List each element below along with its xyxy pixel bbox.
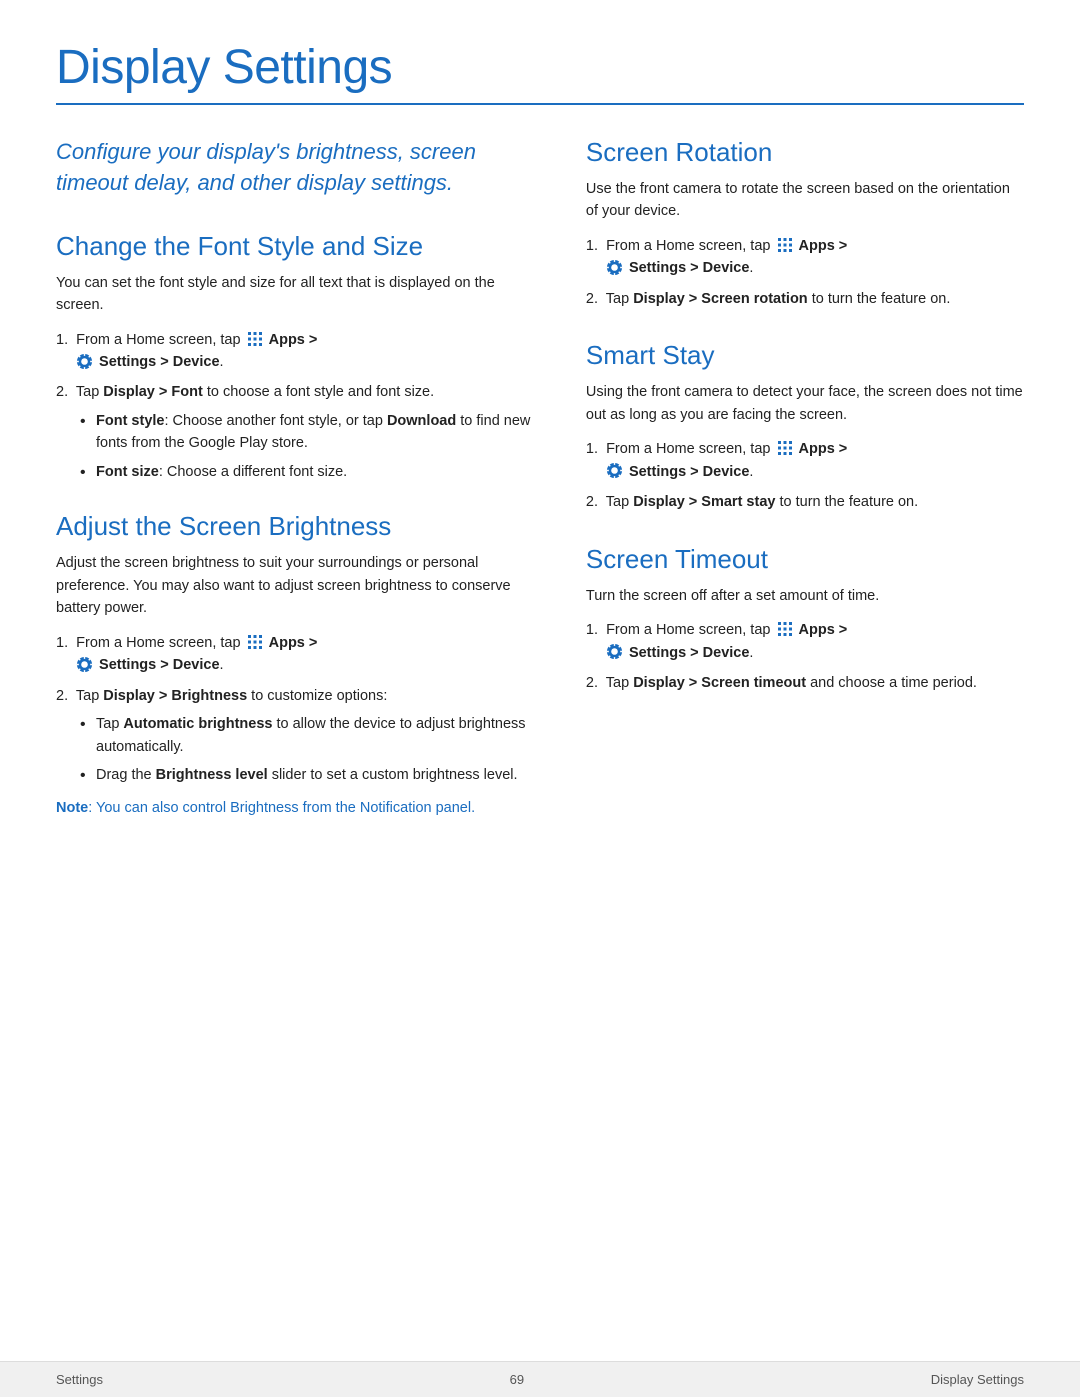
section-screen-timeout: Screen Timeout Turn the screen off after… xyxy=(586,544,1024,695)
footer-center: 69 xyxy=(510,1372,524,1387)
apps-icon xyxy=(247,331,263,347)
step-item: 1. From a Home screen, tap Apps > xyxy=(586,438,1024,483)
section-title-screen-rotation: Screen Rotation xyxy=(586,137,1024,168)
page-container: Display Settings Configure your display'… xyxy=(0,0,1080,907)
settings-icon xyxy=(76,656,93,673)
section-body-smart-stay: Using the front camera to detect your fa… xyxy=(586,381,1024,426)
page-title: Display Settings xyxy=(56,40,1024,95)
step-item: 2. Tap Display > Screen timeout and choo… xyxy=(586,672,1024,694)
left-column: Configure your display's brightness, scr… xyxy=(56,137,538,847)
bullet-item: Tap Automatic brightness to allow the de… xyxy=(80,713,538,758)
brightness-bullets: Tap Automatic brightness to allow the de… xyxy=(80,713,538,786)
bullet-item: Drag the Brightness level slider to set … xyxy=(80,764,538,786)
bullet-item: Font style: Choose another font style, o… xyxy=(80,410,538,455)
apps-icon xyxy=(777,440,793,456)
screen-rotation-steps: 1. From a Home screen, tap Apps > xyxy=(586,235,1024,310)
footer-right: Display Settings xyxy=(931,1372,1024,1387)
section-title-change-font: Change the Font Style and Size xyxy=(56,231,538,262)
settings-icon xyxy=(606,643,623,660)
step-item: 2. Tap Display > Brightness to customize… xyxy=(56,685,538,787)
section-title-screen-timeout: Screen Timeout xyxy=(586,544,1024,575)
settings-icon xyxy=(606,462,623,479)
section-body-screen-timeout: Turn the screen off after a set amount o… xyxy=(586,585,1024,607)
bullet-item: Font size: Choose a different font size. xyxy=(80,461,538,483)
right-column: Screen Rotation Use the front camera to … xyxy=(586,137,1024,847)
smart-stay-steps: 1. From a Home screen, tap Apps > xyxy=(586,438,1024,513)
step-item: 1. From a Home screen, tap Apps > xyxy=(586,235,1024,280)
step-item: 1. From a Home screen, tap Apps > xyxy=(586,619,1024,664)
step-item: 1. From a Home screen, tap Apps > xyxy=(56,329,538,374)
brightness-steps: 1. From a Home screen, tap Apps > xyxy=(56,632,538,787)
apps-icon xyxy=(777,237,793,253)
apps-icon xyxy=(247,634,263,650)
settings-icon xyxy=(76,353,93,370)
settings-icon xyxy=(606,259,623,276)
two-column-layout: Configure your display's brightness, scr… xyxy=(56,137,1024,847)
section-body-adjust-brightness: Adjust the screen brightness to suit you… xyxy=(56,552,538,619)
section-body-change-font: You can set the font style and size for … xyxy=(56,272,538,317)
apps-icon xyxy=(777,621,793,637)
section-title-smart-stay: Smart Stay xyxy=(586,340,1024,371)
note-text: Note: You can also control Brightness fr… xyxy=(56,797,538,819)
section-adjust-brightness: Adjust the Screen Brightness Adjust the … xyxy=(56,511,538,819)
step-item: 1. From a Home screen, tap Apps > xyxy=(56,632,538,677)
page-footer: Settings 69 Display Settings xyxy=(0,1361,1080,1397)
intro-text: Configure your display's brightness, scr… xyxy=(56,137,538,199)
font-bullets: Font style: Choose another font style, o… xyxy=(80,410,538,483)
change-font-steps: 1. From a Home screen, tap Apps > xyxy=(56,329,538,484)
step-item: 2. Tap Display > Screen rotation to turn… xyxy=(586,288,1024,310)
section-smart-stay: Smart Stay Using the front camera to det… xyxy=(586,340,1024,513)
section-change-font: Change the Font Style and Size You can s… xyxy=(56,231,538,484)
footer-left: Settings xyxy=(56,1372,103,1387)
title-divider xyxy=(56,103,1024,105)
section-screen-rotation: Screen Rotation Use the front camera to … xyxy=(586,137,1024,310)
section-title-adjust-brightness: Adjust the Screen Brightness xyxy=(56,511,538,542)
screen-timeout-steps: 1. From a Home screen, tap Apps > xyxy=(586,619,1024,694)
section-body-screen-rotation: Use the front camera to rotate the scree… xyxy=(586,178,1024,223)
step-item: 2. Tap Display > Font to choose a font s… xyxy=(56,381,538,483)
step-item: 2. Tap Display > Smart stay to turn the … xyxy=(586,491,1024,513)
